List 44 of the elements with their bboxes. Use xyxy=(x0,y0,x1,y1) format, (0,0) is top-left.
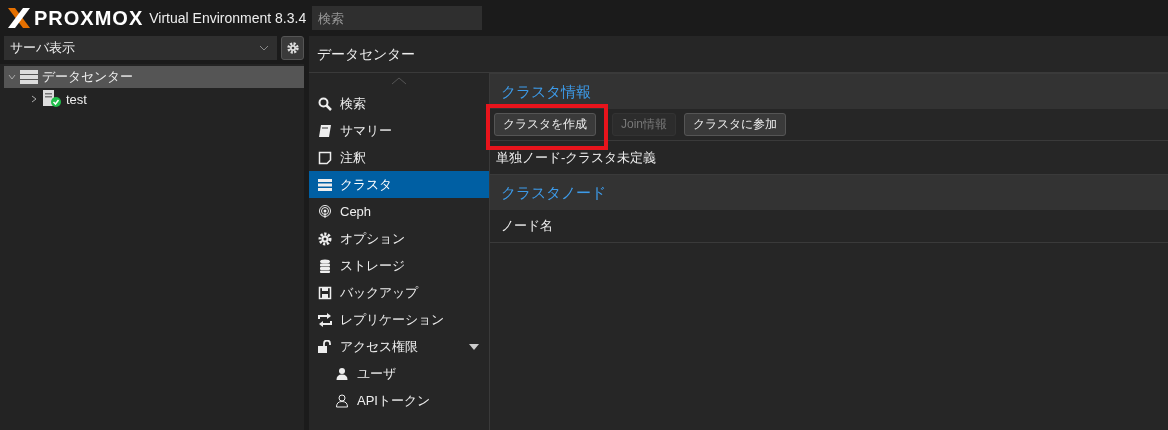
chevron-right-icon[interactable] xyxy=(30,95,38,103)
menu-item[interactable]: APIトークン xyxy=(309,387,489,414)
logo-icon xyxy=(6,7,32,29)
logo-text: PROXMOX xyxy=(34,6,144,30)
menu-item[interactable]: アクセス権限 xyxy=(309,333,489,360)
server-stack-icon xyxy=(318,177,332,192)
menu-item[interactable]: ストレージ xyxy=(309,252,489,279)
product-version: Virtual Environment 8.3.4 xyxy=(149,10,307,26)
chevron-down-icon xyxy=(259,45,269,51)
caret-down-icon[interactable] xyxy=(469,343,479,350)
book-icon xyxy=(318,123,332,138)
user-icon xyxy=(335,366,349,381)
status-text: 単独ノード-クラスタ未定義 xyxy=(495,149,658,167)
note-icon xyxy=(318,150,332,165)
menu-item[interactable]: レプリケーション xyxy=(309,306,489,333)
menu-item[interactable]: Ceph xyxy=(309,198,489,225)
column-header[interactable]: ノード名 xyxy=(490,217,553,235)
server-check-icon xyxy=(42,90,62,108)
toolbar-button[interactable]: クラスタを作成 xyxy=(494,113,596,136)
menu-item[interactable]: サマリー xyxy=(309,117,489,144)
gear-icon xyxy=(318,231,332,246)
chevron-down-icon[interactable] xyxy=(8,73,16,81)
panel-title: クラスタ情報 xyxy=(490,73,1168,109)
menu-item[interactable]: バックアップ xyxy=(309,279,489,306)
tree-item[interactable]: test xyxy=(4,88,304,110)
menu-item[interactable]: オプション xyxy=(309,225,489,252)
settings-button[interactable] xyxy=(281,36,304,60)
server-stack-icon xyxy=(20,70,38,84)
unlocked-padlock-icon xyxy=(318,339,332,354)
tree-item[interactable]: データセンター xyxy=(4,66,304,88)
sync-arrows-icon xyxy=(318,312,332,327)
menu-item[interactable]: 検索 xyxy=(309,90,489,117)
concentric-circles-icon xyxy=(318,204,332,219)
menu-item[interactable]: 注釈 xyxy=(309,144,489,171)
menu-item[interactable]: クラスタ xyxy=(309,171,489,198)
toolbar-button[interactable]: クラスタに参加 xyxy=(684,113,786,136)
search-icon xyxy=(318,96,332,111)
panel-title: クラスタノード xyxy=(490,174,1168,210)
database-icon xyxy=(318,258,332,273)
user-outline-icon xyxy=(335,393,349,408)
view-select[interactable]: サーバ表示 xyxy=(4,36,277,60)
menu-item[interactable]: ユーザ xyxy=(309,360,489,387)
search-field[interactable]: 検索 xyxy=(312,6,483,30)
settings-icon xyxy=(286,42,299,54)
